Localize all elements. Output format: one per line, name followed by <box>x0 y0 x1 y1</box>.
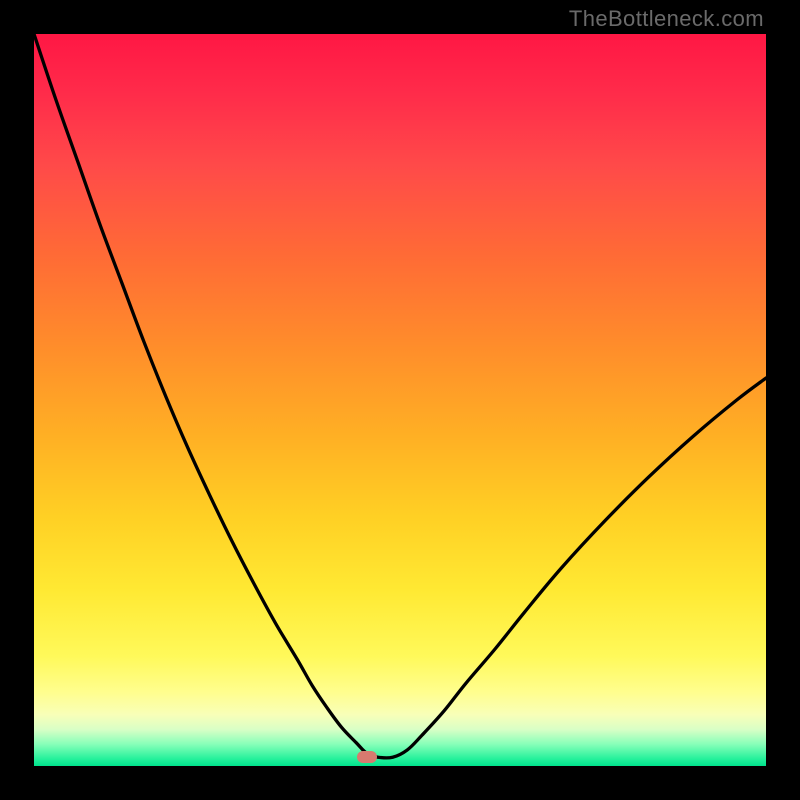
watermark-text: TheBottleneck.com <box>569 6 764 32</box>
chart-frame: TheBottleneck.com <box>0 0 800 800</box>
chart-plot-area <box>34 34 766 766</box>
bottleneck-curve <box>34 34 766 766</box>
optimum-marker <box>357 751 377 763</box>
